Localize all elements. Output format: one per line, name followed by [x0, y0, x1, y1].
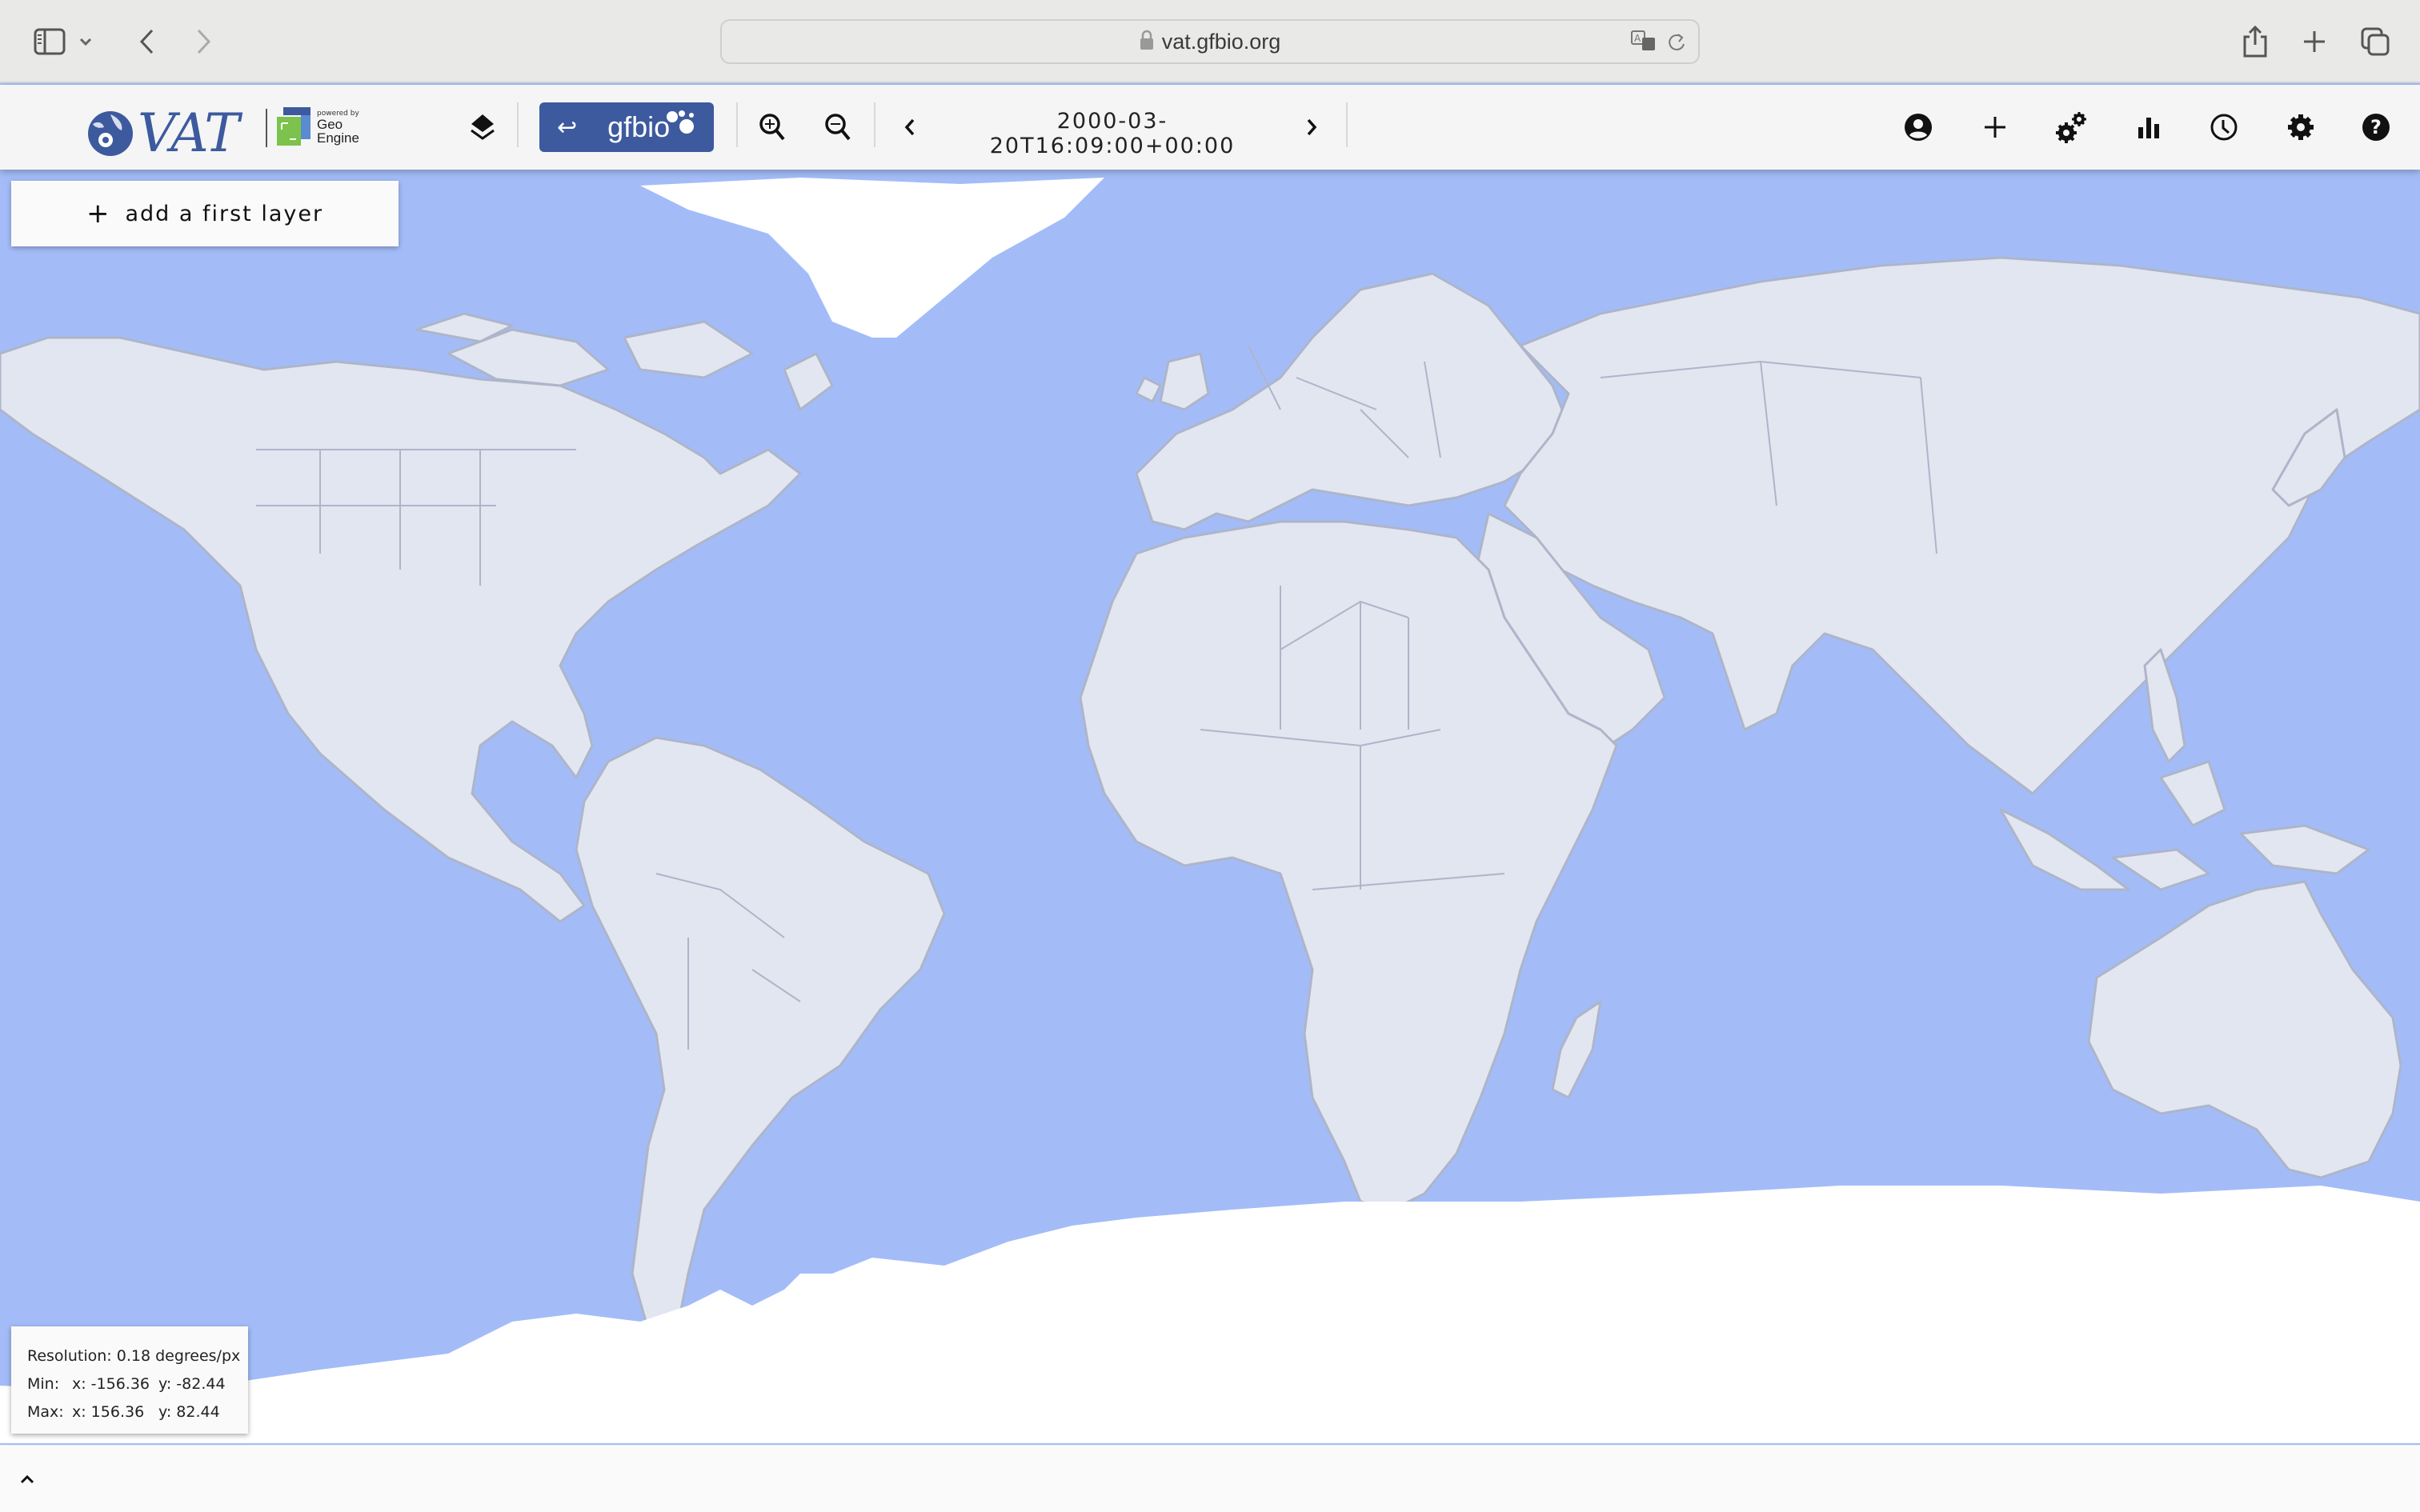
plus-icon	[1985, 117, 2005, 138]
forward-icon[interactable]	[184, 22, 222, 61]
gfbio-bird-icon	[667, 110, 694, 134]
address-bar[interactable]: vat.gfbio.org A	[720, 19, 1700, 64]
account-button[interactable]	[1898, 107, 1938, 147]
vat-logo-text: VAT	[138, 102, 239, 164]
plots-button[interactable]	[2129, 107, 2169, 147]
add-data-button[interactable]	[1975, 107, 2015, 147]
chevron-up-icon	[20, 1474, 34, 1484]
svg-text:?: ?	[2370, 116, 2382, 138]
layers-button[interactable]	[463, 107, 503, 147]
zoom-in-icon	[759, 114, 785, 141]
chevron-left-icon	[904, 118, 915, 136]
logo-divider	[266, 109, 267, 147]
settings-icon	[2288, 114, 2314, 140]
new-tab-icon[interactable]	[2295, 22, 2334, 61]
url-text: vat.gfbio.org	[1161, 29, 1281, 54]
gfbio-back-button[interactable]: ↩ gfbio	[539, 102, 714, 152]
max-x: x: 156.36	[72, 1403, 145, 1421]
chevron-down-icon[interactable]	[74, 22, 98, 61]
time-display[interactable]: 2000-03-20T16:09:00+00:00	[952, 109, 1272, 158]
toolbar-divider	[736, 102, 738, 147]
map-info-panel: Resolution: 0.18 degrees/px Min: x: -156…	[11, 1326, 248, 1434]
app-toolbar: VAT powered by Geo Engine ↩ gfbio 2000-0…	[0, 85, 2420, 170]
add-first-layer-button[interactable]: + add a first layer	[11, 181, 399, 246]
geo-text: Geo	[317, 116, 343, 132]
resolution-value: 0.18 degrees/px	[116, 1347, 241, 1365]
account-icon	[1905, 114, 1932, 141]
bar-chart-icon	[2138, 118, 2159, 138]
resolution-label: Resolution:	[27, 1347, 112, 1365]
max-label: Max:	[27, 1403, 64, 1421]
layers-icon	[471, 114, 495, 140]
settings-button[interactable]	[2281, 107, 2321, 147]
min-label: Min:	[27, 1375, 60, 1393]
browser-toolbar: vat.gfbio.org A	[0, 0, 2420, 83]
max-y: y: 82.44	[158, 1403, 220, 1421]
toolbar-divider	[517, 102, 519, 147]
min-y: y: -82.44	[158, 1375, 226, 1393]
engine-text: Engine	[317, 130, 359, 146]
zoom-out-icon	[825, 114, 851, 141]
svg-text:A: A	[1634, 33, 1641, 44]
zoom-out-button[interactable]	[818, 107, 858, 147]
expand-panel-button[interactable]	[11, 1460, 43, 1498]
min-x: x: -156.36	[72, 1375, 150, 1393]
geo-engine-logo: powered by Geo Engine	[277, 107, 359, 147]
world-map[interactable]	[0, 170, 2420, 1443]
geo-engine-icon	[277, 107, 311, 146]
bottom-panel	[0, 1445, 2420, 1512]
zoom-in-button[interactable]	[752, 107, 792, 147]
return-icon: ↩	[557, 113, 578, 142]
vat-logo[interactable]: VAT	[86, 102, 239, 164]
tabs-overview-icon[interactable]	[2356, 22, 2394, 61]
time-back-button[interactable]	[890, 107, 930, 147]
time-forward-button[interactable]	[1292, 107, 1332, 147]
help-icon: ?	[2362, 114, 2390, 141]
sidebar-icon[interactable]	[30, 22, 69, 61]
operators-button[interactable]	[2052, 107, 2092, 147]
add-first-layer-label: add a first layer	[125, 201, 324, 226]
globe-gear-icon	[88, 110, 133, 156]
chevron-right-icon	[1307, 118, 1317, 136]
reload-icon[interactable]	[1666, 30, 1687, 58]
time-config-button[interactable]	[2204, 107, 2244, 147]
plus-icon: +	[86, 198, 111, 230]
toolbar-divider	[1346, 102, 1348, 147]
toolbar-divider	[874, 102, 875, 147]
clock-icon	[2210, 114, 2238, 141]
help-button[interactable]: ?	[2356, 107, 2396, 147]
back-icon[interactable]	[128, 22, 166, 61]
lock-icon	[1140, 30, 1154, 54]
translate-icon[interactable]: A	[1631, 30, 1658, 58]
share-icon[interactable]	[2236, 22, 2274, 61]
gears-icon	[2056, 112, 2086, 143]
